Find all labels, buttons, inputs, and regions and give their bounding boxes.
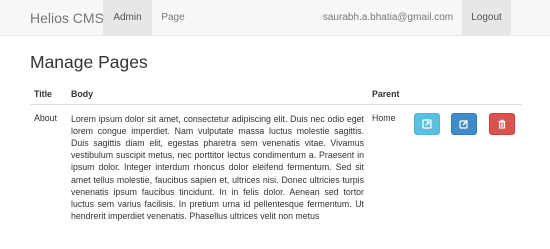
page-title: Manage Pages xyxy=(30,52,148,72)
column-header-body: Body xyxy=(67,82,368,105)
view-page-button[interactable] xyxy=(414,112,440,135)
logout-link[interactable]: Logout xyxy=(462,0,511,36)
brand-link[interactable]: Helios CMS xyxy=(30,0,104,36)
cell-parent: Home xyxy=(372,112,396,123)
delete-page-button[interactable] xyxy=(489,112,515,135)
column-header-actions xyxy=(410,82,522,105)
cell-actions xyxy=(410,104,522,222)
pages-table: Title Body Parent About Lorem ipsum dolo… xyxy=(30,82,522,222)
edit-page-button[interactable] xyxy=(451,112,477,135)
external-link-icon xyxy=(422,118,432,129)
nav-item-admin[interactable]: Admin xyxy=(103,0,152,36)
navbar: Helios CMS Admin Page saurabh.a.bhatia@g… xyxy=(0,0,550,36)
table-header-row: Title Body Parent xyxy=(30,82,522,105)
cell-title: About xyxy=(34,112,57,123)
cell-body: Lorem ipsum dolor sit amet, consectetur … xyxy=(71,113,364,222)
table-row: About Lorem ipsum dolor sit amet, consec… xyxy=(30,104,522,222)
edit-icon xyxy=(459,119,469,129)
user-email-link[interactable]: saurabh.a.bhatia@gmail.com xyxy=(314,0,462,36)
trash-icon xyxy=(498,119,506,129)
column-header-title: Title xyxy=(30,82,67,105)
nav-item-page[interactable]: Page xyxy=(152,0,194,36)
column-header-parent: Parent xyxy=(368,82,410,105)
